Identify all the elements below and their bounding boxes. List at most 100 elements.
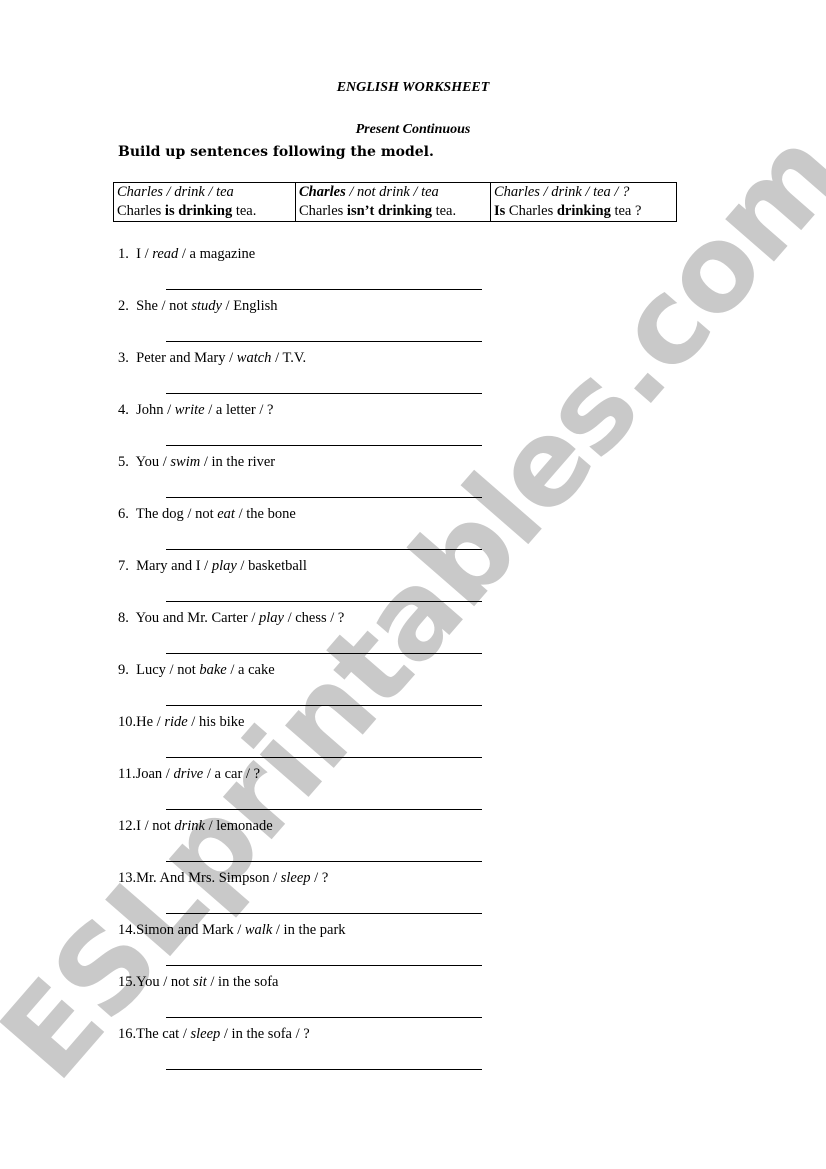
- plain-text: She / not: [136, 298, 192, 314]
- verb-text: sit: [193, 974, 207, 990]
- plain-text: Lucy / not: [136, 662, 200, 678]
- exercise-prompt: You / swim / in the river: [136, 454, 276, 470]
- exercise-prompt: The dog / not eat / the bone: [136, 506, 296, 522]
- exercise-item: 1. I / read / a magazine: [118, 246, 255, 263]
- exercise-number: 7.: [118, 558, 137, 574]
- answer-line[interactable]: [166, 1069, 482, 1070]
- answer-line[interactable]: [166, 341, 482, 342]
- plain-text: You / not: [136, 974, 194, 990]
- verb-text: drink: [174, 818, 205, 834]
- exercise-number: 9.: [118, 662, 137, 678]
- plain-text: / basketball: [236, 558, 307, 574]
- model-answer: Charles isn’t drinking tea.: [299, 202, 487, 221]
- plain-text: Charles: [505, 203, 557, 219]
- exercise-item: 4. John / write / a letter / ?: [118, 402, 273, 419]
- emphasis-text: drinking: [556, 203, 611, 219]
- answer-line[interactable]: [166, 393, 482, 394]
- plain-text: Simon and Mark /: [136, 922, 245, 938]
- exercise-number: 15.: [118, 974, 137, 990]
- answer-line[interactable]: [166, 653, 482, 654]
- verb-text: eat: [217, 506, 235, 522]
- exercise-number: 11.: [118, 766, 136, 782]
- plain-text: You /: [135, 454, 171, 470]
- plain-text: He /: [136, 714, 165, 730]
- exercise-item: 16.The cat / sleep / in the sofa / ?: [118, 1026, 310, 1043]
- plain-text: / his bike: [187, 714, 245, 730]
- emphasis-text: is drinking: [164, 203, 233, 219]
- exercise-item: 3. Peter and Mary / watch / T.V.: [118, 350, 306, 367]
- exercise-prompt: I / not drink / lemonade: [136, 818, 273, 834]
- exercise-prompt: You and Mr. Carter / play / chess / ?: [136, 610, 345, 626]
- plain-text: / the bone: [234, 506, 296, 522]
- verb-text: study: [191, 298, 222, 314]
- verb-text: Charles / drink / tea / ?: [494, 184, 630, 200]
- plain-text: Mary and I /: [136, 558, 212, 574]
- plain-text: You and Mr. Carter /: [135, 610, 259, 626]
- verb-text: Charles / drink / tea: [117, 184, 234, 200]
- exercise-item: 2. She / not study / English: [118, 298, 278, 315]
- model-cell-negative: Charles / not drink / tea Charles isn’t …: [295, 182, 491, 222]
- plain-text: / English: [221, 298, 278, 314]
- exercise-item: 15.You / not sit / in the sofa: [118, 974, 278, 991]
- verb-text: read: [152, 246, 179, 262]
- model-cell-affirmative: Charles / drink / tea Charles is drinkin…: [113, 182, 296, 222]
- exercise-prompt: She / not study / English: [136, 298, 277, 314]
- exercise-prompt: You / not sit / in the sofa: [136, 974, 278, 990]
- exercise-prompt: I / read / a magazine: [136, 246, 255, 262]
- exercise-item: 7. Mary and I / play / basketball: [118, 558, 307, 575]
- exercise-item: 11.Joan / drive / a car / ?: [118, 766, 260, 783]
- model-row: Charles / drink / tea Charles is drinkin…: [113, 182, 677, 222]
- plain-text: tea.: [431, 203, 457, 219]
- plain-text: John /: [136, 402, 175, 418]
- model-prompt: Charles / drink / tea: [117, 183, 292, 202]
- verb-text: walk: [244, 922, 273, 938]
- plain-text: / in the park: [272, 922, 346, 938]
- answer-line[interactable]: [166, 289, 482, 290]
- exercise-number: 12.: [118, 818, 137, 834]
- answer-line[interactable]: [166, 497, 482, 498]
- emphasis-text: Is: [494, 203, 506, 219]
- plain-text: I /: [136, 246, 153, 262]
- exercise-number: 16.: [118, 1026, 137, 1042]
- exercise-number: 14.: [118, 922, 137, 938]
- answer-line[interactable]: [166, 965, 482, 966]
- exercise-item: 14.Simon and Mark / walk / in the park: [118, 922, 346, 939]
- exercise-item: 6. The dog / not eat / the bone: [118, 506, 296, 523]
- exercise-number: 8.: [118, 610, 136, 626]
- exercise-prompt: The cat / sleep / in the sofa / ?: [136, 1026, 310, 1042]
- answer-line[interactable]: [166, 601, 482, 602]
- exercise-number: 13.: [118, 870, 137, 886]
- exercise-number: 6.: [118, 506, 136, 522]
- answer-line[interactable]: [166, 913, 482, 914]
- plain-text: Mr. And Mrs. Simpson /: [136, 870, 281, 886]
- verb-text: sleep: [280, 870, 311, 886]
- exercise-number: 10.: [118, 714, 137, 730]
- answer-line[interactable]: [166, 549, 482, 550]
- verb-text: / not drink / tea: [345, 184, 439, 200]
- answer-line[interactable]: [166, 705, 482, 706]
- exercise-item: 13.Mr. And Mrs. Simpson / sleep / ?: [118, 870, 328, 887]
- plain-text: The dog / not: [135, 506, 218, 522]
- answer-line[interactable]: [166, 757, 482, 758]
- plain-text: The cat /: [136, 1026, 191, 1042]
- plain-text: / chess / ?: [283, 610, 345, 626]
- verb-text: swim: [170, 454, 201, 470]
- plain-text: / a car / ?: [203, 766, 261, 782]
- answer-line[interactable]: [166, 861, 482, 862]
- answer-line[interactable]: [166, 809, 482, 810]
- answer-line[interactable]: [166, 1017, 482, 1018]
- model-prompt: Charles / not drink / tea: [299, 183, 487, 202]
- exercise-prompt: He / ride / his bike: [136, 714, 244, 730]
- exercise-item: 10.He / ride / his bike: [118, 714, 244, 731]
- exercise-prompt: Mary and I / play / basketball: [136, 558, 307, 574]
- answer-line[interactable]: [166, 445, 482, 446]
- plain-text: / lemonade: [205, 818, 273, 834]
- plain-text: I / not: [136, 818, 175, 834]
- worksheet-subtitle: Present Continuous: [355, 122, 471, 137]
- instruction-text: Build up sentences following the model.: [118, 144, 434, 160]
- verb-text: play: [211, 558, 237, 574]
- verb-text: watch: [236, 350, 272, 366]
- plain-text: / in the river: [200, 454, 276, 470]
- plain-text: / in the sofa / ?: [220, 1026, 310, 1042]
- plain-text: Peter and Mary /: [136, 350, 237, 366]
